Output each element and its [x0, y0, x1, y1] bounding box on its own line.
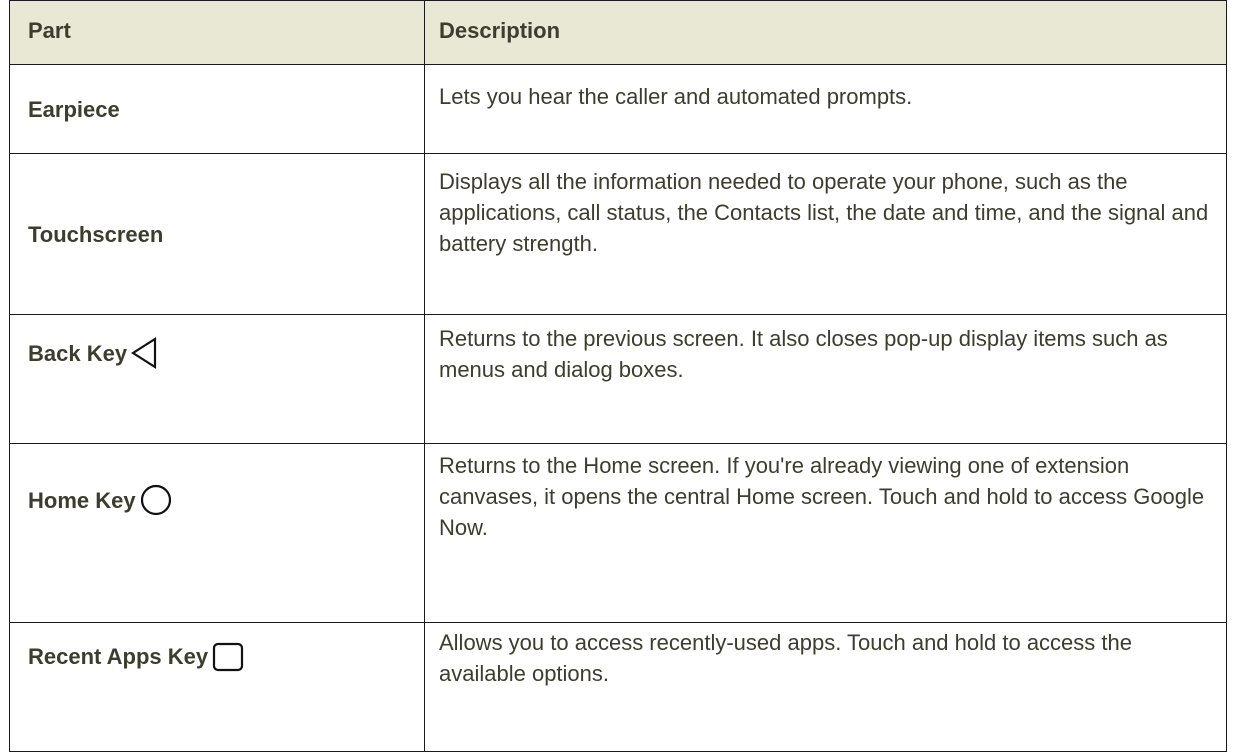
column-header-description: Description: [424, 0, 1227, 65]
home-circle-icon: [140, 484, 172, 516]
table-row: Back Key Returns to the previous screen.…: [9, 314, 1227, 444]
part-label: Earpiece: [28, 96, 120, 122]
description-cell: Returns to the Home screen. If you're al…: [424, 443, 1227, 623]
description-cell: Lets you hear the caller and automated p…: [424, 64, 1227, 154]
description-cell: Allows you to access recently-used apps.…: [424, 622, 1227, 752]
table-row: Home Key Returns to the Home screen. If …: [9, 443, 1227, 623]
part-cell-home-key: Home Key: [9, 443, 425, 623]
part-cell-back-key: Back Key: [9, 314, 425, 444]
part-label: Recent Apps Key: [28, 644, 209, 669]
recent-apps-square-icon: [212, 642, 244, 672]
column-header-part: Part: [9, 0, 425, 65]
parts-table: Part Description Earpiece Lets you hear …: [9, 0, 1227, 752]
back-triangle-icon: [131, 337, 157, 369]
description-cell: Returns to the previous screen. It also …: [424, 314, 1227, 444]
part-cell-recent-apps-key: Recent Apps Key: [9, 622, 425, 752]
part-label: Back Key: [28, 341, 128, 366]
description-cell: Displays all the information needed to o…: [424, 153, 1227, 315]
part-label: Home Key: [28, 488, 136, 513]
table-row: Touchscreen Displays all the information…: [9, 153, 1227, 315]
table-row: Earpiece Lets you hear the caller and au…: [9, 64, 1227, 154]
part-cell-earpiece: Earpiece: [9, 64, 425, 154]
table-header-row: Part Description: [9, 0, 1227, 65]
part-cell-touchscreen: Touchscreen: [9, 153, 425, 315]
table-row: Recent Apps Key Allows you to access rec…: [9, 622, 1227, 752]
part-label: Touchscreen: [28, 221, 164, 247]
